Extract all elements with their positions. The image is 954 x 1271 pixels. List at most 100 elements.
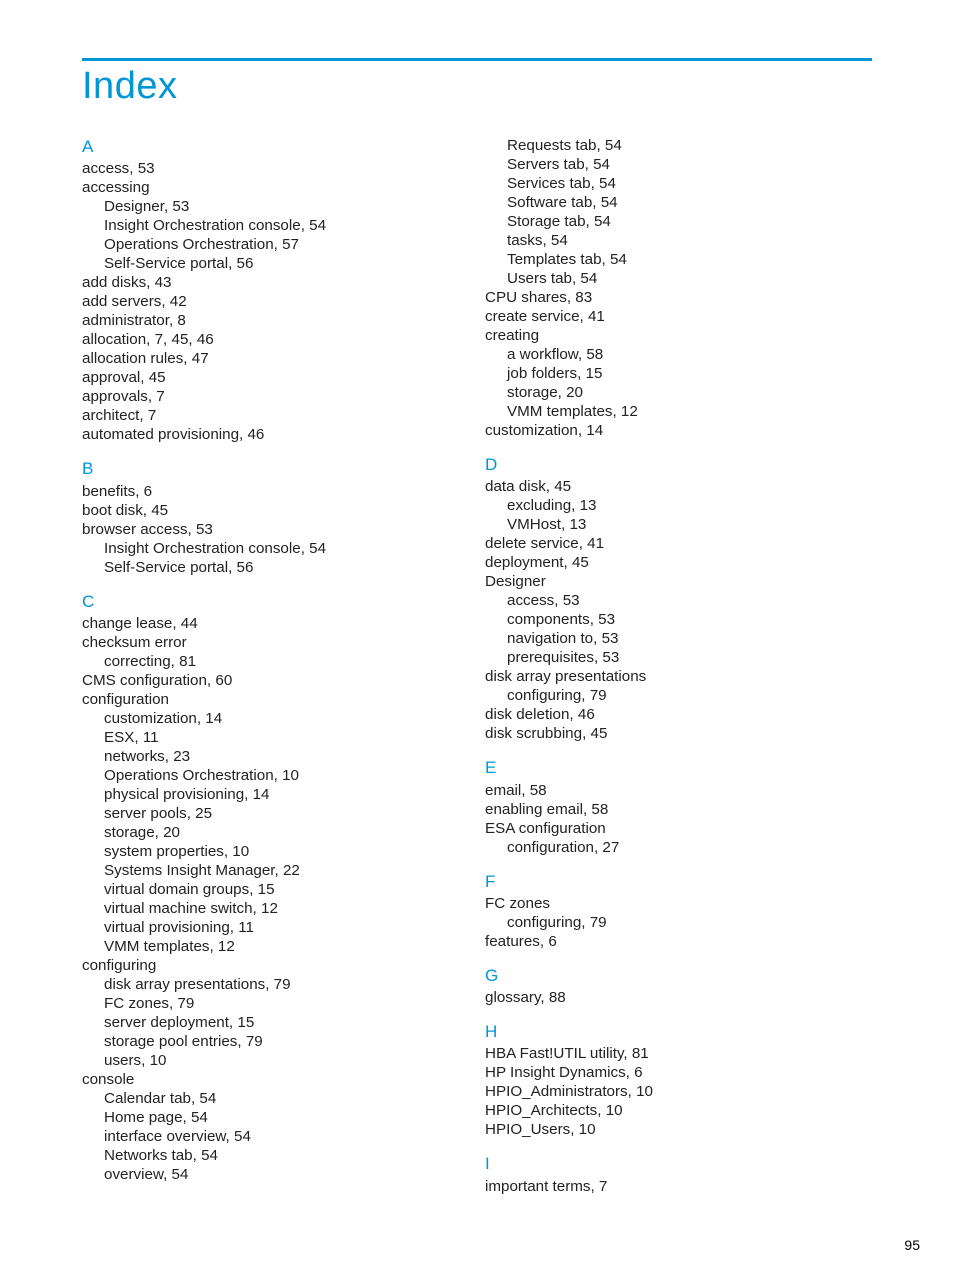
index-entry: allocation rules, 47 [82, 349, 477, 368]
index-letter: H [485, 1021, 872, 1042]
index-entry: console [82, 1070, 477, 1089]
index-entry: Systems Insight Manager, 22 [82, 861, 477, 880]
index-entry: tasks, 54 [485, 231, 872, 250]
index-entry: deployment, 45 [485, 553, 872, 572]
index-entry: disk deletion, 46 [485, 705, 872, 724]
index-entry: Operations Orchestration, 57 [82, 235, 477, 254]
index-entry: features, 6 [485, 932, 872, 951]
index-entry: Home page, 54 [82, 1108, 477, 1127]
page-number: 95 [904, 1237, 920, 1253]
index-entry: server deployment, 15 [82, 1013, 477, 1032]
index-column-left: Aaccess, 53accessingDesigner, 53Insight … [82, 136, 477, 1196]
index-entry: Self-Service portal, 56 [82, 558, 477, 577]
index-entry: configuring [82, 956, 477, 975]
index-entry: storage, 20 [485, 383, 872, 402]
index-entry: administrator, 8 [82, 311, 477, 330]
index-entry: disk scrubbing, 45 [485, 724, 872, 743]
index-entry: configuring, 79 [485, 913, 872, 932]
index-entry: Insight Orchestration console, 54 [82, 539, 477, 558]
index-letter: I [485, 1153, 872, 1174]
index-entry: job folders, 15 [485, 364, 872, 383]
index-entry: ESA configuration [485, 819, 872, 838]
index-entry: glossary, 88 [485, 988, 872, 1007]
index-entry: VMM templates, 12 [82, 937, 477, 956]
index-entry: HPIO_Architects, 10 [485, 1101, 872, 1120]
index-entry: accessing [82, 178, 477, 197]
index-entry: physical provisioning, 14 [82, 785, 477, 804]
index-entry: data disk, 45 [485, 477, 872, 496]
index-letter: G [485, 965, 872, 986]
index-entry: HP Insight Dynamics, 6 [485, 1063, 872, 1082]
index-letter: A [82, 136, 477, 157]
index-entry: navigation to, 53 [485, 629, 872, 648]
index-entry: CPU shares, 83 [485, 288, 872, 307]
page-title: Index [82, 65, 872, 108]
index-entry: Insight Orchestration console, 54 [82, 216, 477, 235]
index-entry: Storage tab, 54 [485, 212, 872, 231]
index-entry: prerequisites, 53 [485, 648, 872, 667]
index-entry: creating [485, 326, 872, 345]
index-entry: Networks tab, 54 [82, 1146, 477, 1165]
index-entry: configuring, 79 [485, 686, 872, 705]
index-entry: delete service, 41 [485, 534, 872, 553]
index-entry: CMS configuration, 60 [82, 671, 477, 690]
index-columns: Aaccess, 53accessingDesigner, 53Insight … [82, 136, 872, 1196]
index-entry: FC zones [485, 894, 872, 913]
index-entry: change lease, 44 [82, 614, 477, 633]
index-entry: boot disk, 45 [82, 501, 477, 520]
index-entry: storage, 20 [82, 823, 477, 842]
index-entry: correcting, 81 [82, 652, 477, 671]
index-entry: Software tab, 54 [485, 193, 872, 212]
index-entry: enabling email, 58 [485, 800, 872, 819]
index-entry: interface overview, 54 [82, 1127, 477, 1146]
index-entry: Designer [485, 572, 872, 591]
index-entry: HPIO_Administrators, 10 [485, 1082, 872, 1101]
index-entry: approvals, 7 [82, 387, 477, 406]
index-entry: virtual provisioning, 11 [82, 918, 477, 937]
index-entry: users, 10 [82, 1051, 477, 1070]
index-entry: HPIO_Users, 10 [485, 1120, 872, 1139]
index-entry: Users tab, 54 [485, 269, 872, 288]
index-entry: email, 58 [485, 781, 872, 800]
index-entry: networks, 23 [82, 747, 477, 766]
index-letter: B [82, 458, 477, 479]
index-entry: allocation, 7, 45, 46 [82, 330, 477, 349]
index-entry: customization, 14 [485, 421, 872, 440]
index-letter: E [485, 757, 872, 778]
index-entry: Servers tab, 54 [485, 155, 872, 174]
index-entry: customization, 14 [82, 709, 477, 728]
index-entry: add disks, 43 [82, 273, 477, 292]
index-letter: F [485, 871, 872, 892]
index-entry: a workflow, 58 [485, 345, 872, 364]
index-entry: add servers, 42 [82, 292, 477, 311]
index-entry: important terms, 7 [485, 1177, 872, 1196]
index-entry: virtual domain groups, 15 [82, 880, 477, 899]
index-entry: excluding, 13 [485, 496, 872, 515]
index-entry: VMM templates, 12 [485, 402, 872, 421]
index-column-right: Requests tab, 54Servers tab, 54Services … [477, 136, 872, 1196]
index-entry: checksum error [82, 633, 477, 652]
top-rule [82, 58, 872, 61]
index-entry: Templates tab, 54 [485, 250, 872, 269]
index-letter: D [485, 454, 872, 475]
index-entry: HBA Fast!UTIL utility, 81 [485, 1044, 872, 1063]
index-entry: Services tab, 54 [485, 174, 872, 193]
index-entry: disk array presentations, 79 [82, 975, 477, 994]
index-entry: configuration [82, 690, 477, 709]
index-letter: C [82, 591, 477, 612]
index-entry: disk array presentations [485, 667, 872, 686]
index-entry: Requests tab, 54 [485, 136, 872, 155]
index-entry: server pools, 25 [82, 804, 477, 823]
index-entry: benefits, 6 [82, 482, 477, 501]
index-entry: browser access, 53 [82, 520, 477, 539]
index-entry: access, 53 [485, 591, 872, 610]
index-entry: storage pool entries, 79 [82, 1032, 477, 1051]
index-entry: components, 53 [485, 610, 872, 629]
index-entry: access, 53 [82, 159, 477, 178]
index-entry: Self-Service portal, 56 [82, 254, 477, 273]
index-entry: virtual machine switch, 12 [82, 899, 477, 918]
index-entry: overview, 54 [82, 1165, 477, 1184]
index-entry: automated provisioning, 46 [82, 425, 477, 444]
index-entry: approval, 45 [82, 368, 477, 387]
index-entry: Operations Orchestration, 10 [82, 766, 477, 785]
